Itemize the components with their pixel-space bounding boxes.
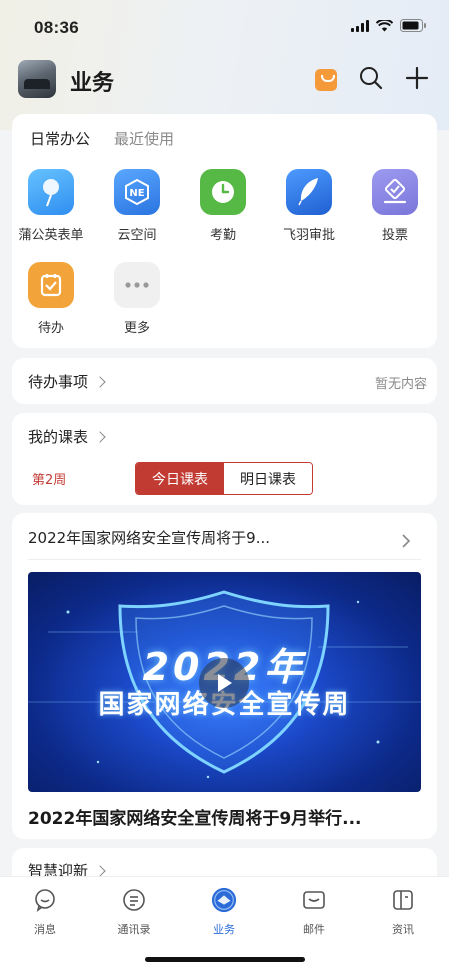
daily-office-card: 日常办公 最近使用 蒲公英表单 NE 云空间 考勤 飞羽审批 投票 待办 更多 [12, 114, 437, 348]
tab-business[interactable]: 业务 [189, 887, 259, 937]
header-actions [315, 66, 429, 94]
app-header: 业务 [0, 56, 449, 104]
avatar[interactable] [18, 60, 56, 98]
battery-icon [400, 19, 427, 32]
message-icon [32, 887, 58, 913]
svg-text:NE: NE [129, 188, 144, 199]
business-icon [211, 887, 237, 913]
mail-icon [301, 887, 327, 913]
add-icon[interactable] [405, 66, 429, 94]
app-todo[interactable]: 待办 [13, 262, 89, 336]
app-cloud-space[interactable]: NE 云空间 [99, 169, 175, 243]
week-label: 第2周 [32, 473, 67, 488]
tab-label: 通讯录 [117, 923, 151, 936]
app-label: 蒲公英表单 [18, 228, 84, 243]
app-label: 待办 [37, 321, 64, 336]
tab-recent[interactable]: 最近使用 [114, 128, 174, 149]
app-label: 投票 [381, 228, 408, 243]
schedule-title: 我的课表 [28, 428, 89, 446]
app-more[interactable]: 更多 [99, 262, 175, 336]
contacts-icon [121, 887, 147, 913]
status-time: 08:36 [34, 18, 79, 37]
chevron-right-icon [94, 864, 106, 877]
todo-title: 待办事项 [28, 373, 89, 391]
tab-news[interactable]: 资讯 [368, 887, 438, 937]
feather-icon [286, 169, 332, 215]
today-schedule-button[interactable]: 今日课表 [136, 463, 224, 494]
vote-icon [372, 169, 418, 215]
apps-tabs: 日常办公 最近使用 [30, 128, 174, 149]
news-banner-video[interactable]: 2022年 国家网络安全宣传周 [28, 572, 421, 792]
todo-card[interactable]: 待办事项 暂无内容 [12, 358, 437, 404]
app-dandelion-form[interactable]: 蒲公英表单 [13, 169, 89, 243]
tab-daily-office[interactable]: 日常办公 [30, 128, 90, 149]
tab-mail[interactable]: 邮件 [279, 887, 349, 937]
todo-icon [28, 262, 74, 308]
status-icons [351, 19, 427, 32]
app-label: 云空间 [117, 228, 157, 243]
chevron-right-icon [94, 430, 106, 443]
app-label: 更多 [123, 321, 150, 336]
news-headline[interactable]: 2022年国家网络安全宣传周将于9... [28, 527, 270, 548]
page-title: 业务 [70, 71, 115, 96]
todo-title-wrap: 待办事项 [28, 371, 106, 392]
status-bar: 08:36 [0, 0, 449, 54]
search-icon[interactable] [359, 66, 383, 94]
tab-contacts[interactable]: 通讯录 [99, 887, 169, 937]
app-feiyu-approval[interactable]: 飞羽审批 [271, 169, 347, 243]
cloud-space-icon: NE [114, 169, 160, 215]
app-attendance[interactable]: 考勤 [185, 169, 261, 243]
news-icon [390, 887, 416, 913]
schedule-segmented-control: 今日课表 明日课表 [135, 462, 313, 495]
tab-label: 业务 [213, 923, 235, 936]
more-icon [114, 262, 160, 308]
app-label: 飞羽审批 [282, 228, 335, 243]
home-indicator [145, 957, 305, 962]
news-caption[interactable]: 2022年国家网络安全宣传周将于9月举行... [28, 804, 362, 829]
chevron-right-icon [94, 375, 106, 388]
chevron-right-icon[interactable] [401, 533, 411, 552]
tab-messages[interactable]: 消息 [10, 887, 80, 937]
divider [28, 559, 421, 560]
news-card: 2022年国家网络安全宣传周将于9... 2022年 国家网络安全宣传周 202… [12, 513, 437, 839]
schedule-title-wrap[interactable]: 我的课表 [28, 426, 106, 447]
tab-label: 邮件 [303, 923, 325, 936]
app-label: 考勤 [209, 228, 236, 243]
signal-icon [351, 19, 369, 32]
dandelion-icon [28, 169, 74, 215]
play-icon[interactable] [199, 658, 249, 708]
todo-status: 暂无内容 [374, 377, 427, 392]
shopping-bag-icon[interactable] [315, 69, 337, 91]
tomorrow-schedule-button[interactable]: 明日课表 [224, 463, 312, 494]
wifi-icon [376, 19, 393, 32]
tab-label: 消息 [34, 923, 56, 936]
app-vote[interactable]: 投票 [357, 169, 433, 243]
tab-label: 资讯 [392, 923, 414, 936]
clock-icon [200, 169, 246, 215]
schedule-card: 我的课表 第2周 今日课表 明日课表 [12, 413, 437, 505]
